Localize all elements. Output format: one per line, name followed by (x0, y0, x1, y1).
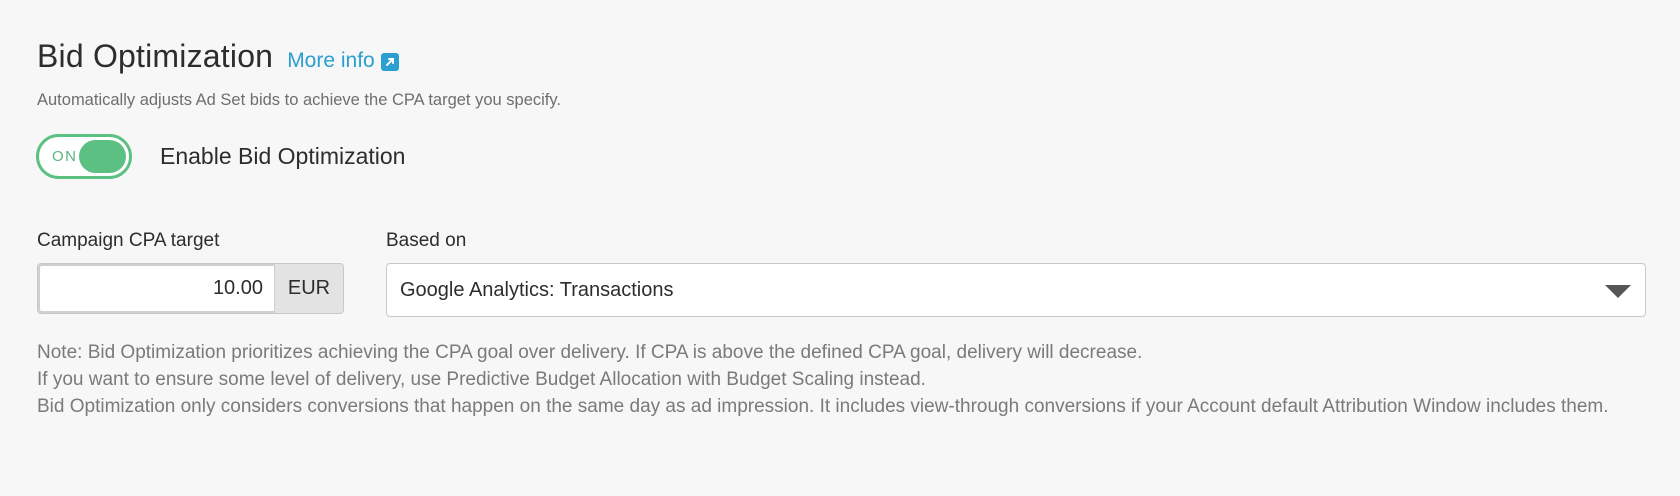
toggle-knob (79, 140, 126, 173)
toggle-label: Enable Bid Optimization (160, 143, 406, 169)
based-on-select[interactable]: Google Analytics: Transactions (386, 263, 1646, 317)
page-subtitle: Automatically adjusts Ad Set bids to ach… (37, 91, 562, 109)
bid-optimization-toggle[interactable]: ON (36, 134, 132, 179)
cpa-target-group: EUR (37, 263, 344, 314)
more-info-link[interactable]: More info (287, 49, 399, 73)
based-on-label: Based on (386, 230, 467, 251)
note-line: Bid Optimization only considers conversi… (37, 396, 1609, 417)
external-link-icon (380, 53, 399, 71)
header: Bid Optimization More info (37, 38, 399, 75)
toggle-state-text: ON (52, 148, 78, 165)
currency-addon: EUR (275, 264, 343, 313)
enable-bid-optimization-row: ON Enable Bid Optimization (36, 134, 405, 179)
cpa-target-label: Campaign CPA target (37, 230, 220, 251)
chevron-down-icon (1605, 285, 1631, 298)
page-title: Bid Optimization (37, 38, 274, 74)
bid-optimization-panel: Bid Optimization More info Automatically… (0, 0, 1680, 496)
note-line: If you want to ensure some level of deli… (37, 369, 926, 390)
notes: Note: Bid Optimization prioritizes achie… (37, 339, 1637, 420)
note-line: Note: Bid Optimization prioritizes achie… (37, 342, 1143, 363)
cpa-target-input[interactable] (38, 264, 275, 313)
more-info-label: More info (287, 49, 375, 72)
based-on-selected-value: Google Analytics: Transactions (400, 279, 674, 301)
